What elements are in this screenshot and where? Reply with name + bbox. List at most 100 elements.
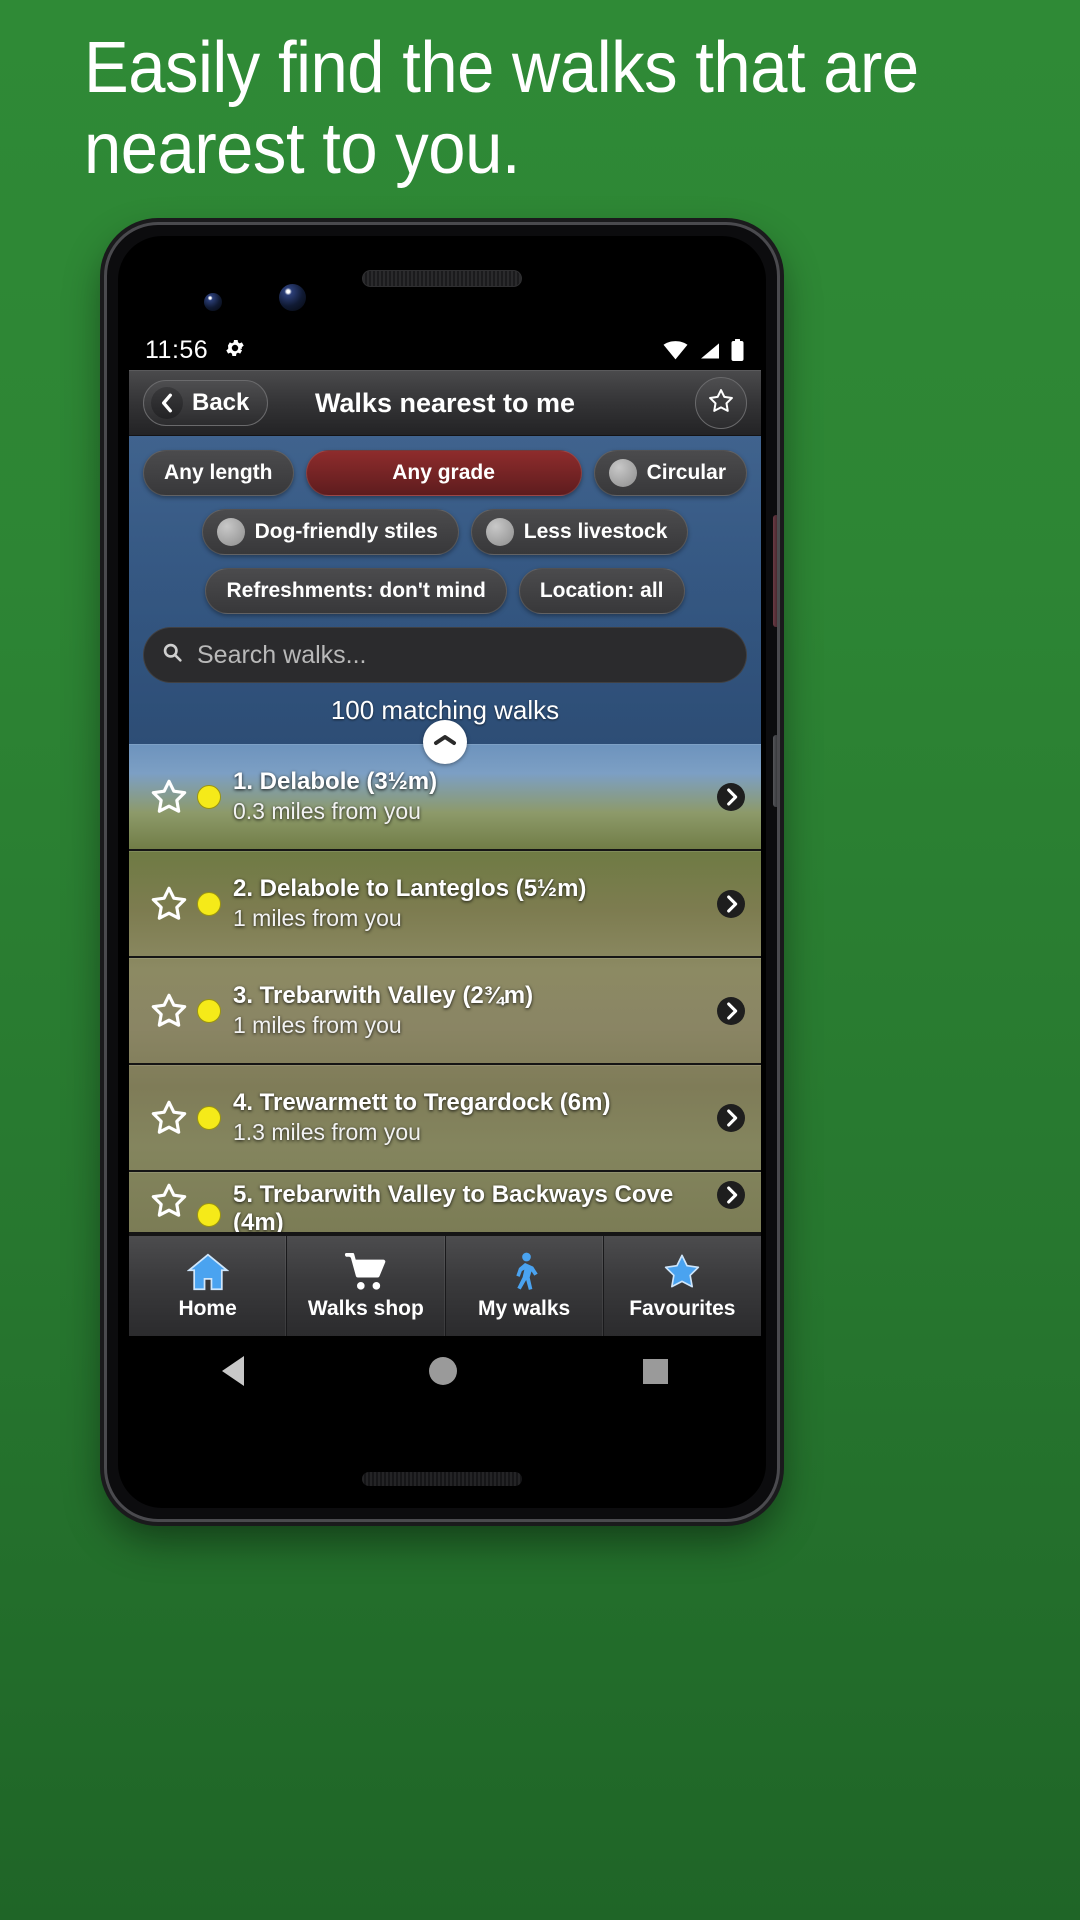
walk-item-title: 1. Delabole (3½m) [233, 768, 438, 796]
search-bar[interactable]: Search walks... [143, 627, 747, 683]
nav-item-label: My walks [478, 1297, 571, 1320]
circle-home-icon[interactable] [429, 1357, 458, 1385]
filter-chip-label: Location: all [539, 579, 664, 602]
phone-screen: 11:56 Back Walks nearest to me Any lengt… [129, 330, 761, 1440]
favourite-star-icon[interactable] [143, 1181, 195, 1221]
shopping-cart-icon [344, 1251, 388, 1293]
favourite-star-icon[interactable] [143, 991, 195, 1031]
walk-item-distance: 1 miles from you [233, 1011, 402, 1038]
back-button-label: Back [192, 389, 250, 416]
toggle-circle-icon [608, 459, 637, 487]
chevron-left-icon [151, 387, 183, 419]
phone-bezel: 11:56 Back Walks nearest to me Any lengt… [118, 236, 766, 1508]
chevron-right-icon[interactable] [711, 1104, 751, 1132]
walk-list-item[interactable]: 4. Trewarmett to Tregardock (6m) 1.3 mil… [129, 1065, 761, 1172]
nav-item-home[interactable]: Home [129, 1236, 288, 1336]
filter-chip-label: Less livestock [523, 520, 668, 543]
nav-item-walks-shop[interactable]: Walks shop [287, 1236, 446, 1336]
bottom-speaker-grille [362, 1472, 522, 1486]
favourite-star-icon[interactable] [143, 777, 195, 817]
walk-list-item[interactable]: 5. Trebarwith Valley to Backways Cove (4… [129, 1172, 761, 1234]
nav-item-label: Home [178, 1297, 237, 1320]
chevron-right-icon[interactable] [711, 890, 751, 918]
gear-icon [224, 337, 246, 363]
home-icon [186, 1251, 229, 1293]
grade-dot-icon [197, 999, 221, 1023]
star-filled-icon [660, 1251, 704, 1293]
toggle-circle-icon [485, 518, 514, 546]
walks-list: 1. Delabole (3½m) 0.3 miles from you 2. … [129, 720, 761, 1234]
favourite-star-icon[interactable] [143, 884, 195, 924]
filter-chip-less-livestock[interactable]: Less livestock [470, 509, 689, 555]
filter-chip-label: Refreshments: don't mind [226, 579, 486, 602]
filter-chip-location[interactable]: Location: all [518, 568, 685, 614]
battery-icon [730, 339, 745, 361]
walk-item-distance: 0.3 miles from you [233, 797, 421, 824]
filter-chip-any-grade[interactable]: Any grade [305, 450, 582, 496]
back-button[interactable]: Back [143, 380, 269, 426]
filter-chip-label: Circular [646, 461, 726, 484]
filter-chip-circular[interactable]: Circular [593, 450, 747, 496]
filter-chip-dog-friendly-stiles[interactable]: Dog-friendly stiles [201, 509, 459, 555]
nav-item-label: Favourites [629, 1297, 736, 1320]
volume-button[interactable] [773, 515, 777, 627]
favourite-toggle-button[interactable] [695, 377, 747, 429]
filter-chip-any-length[interactable]: Any length [143, 450, 294, 496]
nav-item-label: Walks shop [307, 1297, 424, 1320]
status-bar-icons [663, 339, 745, 361]
android-navigation-bar [129, 1336, 761, 1406]
bottom-navigation: Home Walks shop My walks Favourites [129, 1234, 761, 1336]
search-input[interactable]: Search walks... [197, 641, 367, 670]
grade-dot-icon [197, 892, 221, 916]
wifi-icon [663, 340, 688, 360]
walk-list-item[interactable]: 3. Trebarwith Valley (2¾m) 1 miles from … [129, 958, 761, 1065]
filter-chip-label: Any grade [392, 461, 495, 484]
filter-chip-row-2: Dog-friendly stiles Less livestock [143, 509, 747, 555]
triangle-back-icon[interactable] [221, 1356, 244, 1386]
walk-item-text: 5. Trebarwith Valley to Backways Cove (4… [233, 1181, 711, 1234]
phone-mockup: 11:56 Back Walks nearest to me Any lengt… [104, 222, 780, 1522]
search-icon [162, 642, 183, 669]
grade-dot-icon [197, 1203, 221, 1227]
front-camera-primary-icon [279, 284, 306, 311]
walk-item-distance: 1.3 miles from you [233, 1118, 421, 1145]
toggle-circle-icon [216, 518, 245, 546]
walk-item-title: 2. Delabole to Lanteglos (5½m) [233, 875, 587, 903]
filter-chip-row-1: Any length Any grade Circular [143, 450, 747, 496]
chevron-right-icon[interactable] [711, 997, 751, 1025]
promo-headline: Easily find the walks that are nearest t… [84, 28, 919, 189]
filter-chip-label: Any length [164, 461, 273, 484]
chevron-up-icon [432, 732, 458, 753]
filter-chip-row-3: Refreshments: don't mind Location: all [143, 568, 747, 614]
status-bar: 11:56 [129, 330, 761, 370]
app-toolbar: Back Walks nearest to me [129, 370, 761, 436]
walk-item-text: 2. Delabole to Lanteglos (5½m) 1 miles f… [233, 875, 711, 932]
walk-item-title: 4. Trewarmett to Tregardock (6m) [233, 1089, 611, 1117]
grade-dot-icon [197, 785, 221, 809]
walk-item-title: 3. Trebarwith Valley (2¾m) [233, 982, 534, 1010]
chevron-right-icon[interactable] [711, 1181, 751, 1209]
status-bar-time: 11:56 [145, 335, 209, 364]
square-recents-icon[interactable] [643, 1358, 669, 1384]
walk-list-item[interactable]: 2. Delabole to Lanteglos (5½m) 1 miles f… [129, 851, 761, 958]
walk-item-text: 1. Delabole (3½m) 0.3 miles from you [233, 768, 711, 825]
walk-item-title: 5. Trebarwith Valley to Backways Cove (4… [233, 1181, 674, 1234]
signal-icon [697, 341, 721, 360]
filter-panel: Any length Any grade Circular Dog-friend… [129, 436, 761, 744]
walk-item-distance: 1 miles from you [233, 904, 402, 931]
grade-dot-icon [197, 1106, 221, 1130]
favourite-star-icon[interactable] [143, 1098, 195, 1138]
collapse-filters-button[interactable] [423, 720, 467, 764]
walk-item-text: 3. Trebarwith Valley (2¾m) 1 miles from … [233, 982, 711, 1039]
star-outline-icon [707, 387, 735, 420]
nav-item-favourites[interactable]: Favourites [604, 1236, 761, 1336]
nav-item-my-walks[interactable]: My walks [446, 1236, 604, 1336]
walking-person-icon [507, 1251, 541, 1293]
power-button[interactable] [773, 735, 777, 807]
filter-chip-label: Dog-friendly stiles [254, 520, 438, 543]
filter-chip-refreshments[interactable]: Refreshments: don't mind [205, 568, 507, 614]
walk-item-text: 4. Trewarmett to Tregardock (6m) 1.3 mil… [233, 1089, 711, 1146]
earpiece-speaker [362, 270, 522, 287]
chevron-right-icon[interactable] [711, 783, 751, 811]
front-camera-secondary-icon [204, 293, 222, 311]
